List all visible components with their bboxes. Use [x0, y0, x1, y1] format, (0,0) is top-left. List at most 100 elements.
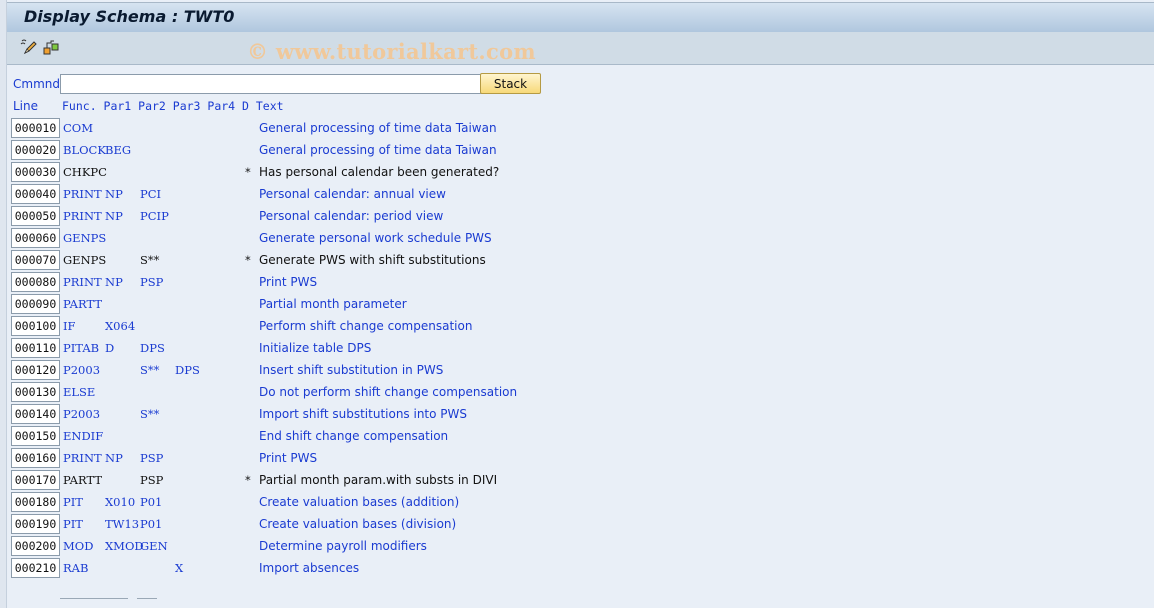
- par2-cell: PSP: [140, 275, 164, 289]
- line-number-field[interactable]: 000130: [11, 382, 60, 402]
- table-row: 000130 ELSE Do not perform shift change co…: [11, 382, 531, 402]
- table-row: 000070 GENPS S** * Generate PWS with shift s…: [11, 250, 531, 270]
- par2-cell: PCIP: [140, 209, 169, 223]
- function-cell: RAB: [63, 561, 89, 575]
- page-title: Display Schema : TWT0: [24, 7, 235, 26]
- table-row: 000190 PIT TW13 P01 Create valuation bases (…: [11, 514, 531, 534]
- command-label: Cmmnd: [13, 77, 60, 91]
- table-row: 000150 ENDIF End shift change compensation: [11, 426, 531, 446]
- edit-pencil-icon[interactable]: [19, 38, 39, 56]
- line-number-field[interactable]: 000200: [11, 536, 60, 556]
- application-toolbar: © www.tutorialkart.com: [7, 32, 1154, 65]
- stack-button[interactable]: Stack: [480, 73, 541, 94]
- table-row: 000140 P2003 S** Import shift substitutions…: [11, 404, 531, 424]
- column-header-line: Line: [13, 99, 39, 113]
- table-row: 000110 PITAB D DPS Initialize table DPS: [11, 338, 531, 358]
- par1-cell: BEG: [105, 143, 132, 157]
- description-text: Print PWS: [259, 275, 318, 289]
- table-row: 000050 PRINT NP PCIP Personal calendar: peri…: [11, 206, 531, 226]
- hierarchy-structure-icon[interactable]: [42, 38, 62, 56]
- par1-cell: X064: [105, 319, 136, 333]
- line-number-field[interactable]: 000190: [11, 514, 60, 534]
- line-number-field[interactable]: 000090: [11, 294, 60, 314]
- line-number-field[interactable]: 000010: [11, 118, 60, 138]
- description-text: Generate PWS with shift substitutions: [259, 253, 486, 267]
- description-text: Partial month parameter: [259, 297, 407, 311]
- line-number-field[interactable]: 000070: [11, 250, 60, 270]
- par2-cell: DPS: [140, 341, 165, 355]
- line-number-field[interactable]: 000030: [11, 162, 60, 182]
- par3-cell: DPS: [175, 363, 200, 377]
- command-input[interactable]: [60, 74, 482, 94]
- function-cell: P2003: [63, 363, 101, 377]
- title-bar: Display Schema : TWT0: [7, 2, 1154, 32]
- function-cell: PIT: [63, 517, 83, 531]
- par1-cell: X010: [105, 495, 136, 509]
- line-number-field[interactable]: 000120: [11, 360, 60, 380]
- line-number-field[interactable]: 000170: [11, 470, 60, 490]
- function-cell: IF: [63, 319, 76, 333]
- description-text: Has personal calendar been generated?: [259, 165, 500, 179]
- watermark-text: © www.tutorialkart.com: [247, 39, 536, 64]
- function-cell: PARTT: [63, 297, 102, 311]
- line-number-field[interactable]: 000100: [11, 316, 60, 336]
- par2-cell: PSP: [140, 473, 164, 487]
- description-text: Perform shift change compensation: [259, 319, 473, 333]
- description-text: Personal calendar: period view: [259, 209, 444, 223]
- line-number-field[interactable]: 000140: [11, 404, 60, 424]
- window-left-border: [0, 0, 7, 608]
- function-cell: COM: [63, 121, 94, 135]
- line-number-field[interactable]: 000110: [11, 338, 60, 358]
- function-cell: PRINT: [63, 187, 102, 201]
- description-text: Determine payroll modifiers: [259, 539, 427, 553]
- description-text: General processing of time data Taiwan: [259, 143, 497, 157]
- description-text: Personal calendar: annual view: [259, 187, 446, 201]
- description-text: Generate personal work schedule PWS: [259, 231, 492, 245]
- table-row: 000200 MOD XMOD GEN Determine payroll modifi…: [11, 536, 531, 556]
- table-row: 000170 PARTT PSP * Partial month param.with …: [11, 470, 531, 490]
- function-cell: BLOCK: [63, 143, 106, 157]
- function-cell: PRINT: [63, 451, 102, 465]
- line-number-field[interactable]: 000050: [11, 206, 60, 226]
- line-number-field[interactable]: 000060: [11, 228, 60, 248]
- description-text: Print PWS: [259, 451, 318, 465]
- comment-marker: *: [245, 253, 251, 267]
- par2-cell: S**: [140, 363, 160, 377]
- par1-cell: XMOD: [105, 539, 144, 553]
- table-row: 000160 PRINT NP PSP Print PWS: [11, 448, 531, 468]
- line-number-field[interactable]: 000180: [11, 492, 60, 512]
- description-text: End shift change compensation: [259, 429, 449, 443]
- line-number-field[interactable]: 000160: [11, 448, 60, 468]
- line-number-field[interactable]: 000020: [11, 140, 60, 160]
- table-row: 000060 GENPS Generate personal work schedu…: [11, 228, 531, 248]
- description-text: Initialize table DPS: [259, 341, 372, 355]
- line-number-field[interactable]: 000150: [11, 426, 60, 446]
- table-row: 000100 IF X064 Perform shift change compens…: [11, 316, 531, 336]
- description-text: Do not perform shift change compensation: [259, 385, 518, 399]
- par1-cell: NP: [105, 187, 123, 201]
- divider: [137, 598, 157, 599]
- function-cell: ENDIF: [63, 429, 104, 443]
- par2-cell: PCI: [140, 187, 162, 201]
- description-text: Import absences: [259, 561, 360, 575]
- par1-cell: NP: [105, 451, 123, 465]
- description-text: Partial month param.with substs in DIVI: [259, 473, 498, 487]
- function-cell: CHKPC: [63, 165, 107, 179]
- function-cell: PRINT: [63, 275, 102, 289]
- par2-cell: S**: [140, 407, 160, 421]
- par1-cell: NP: [105, 209, 123, 223]
- function-cell: GENPS: [63, 231, 107, 245]
- divider: [60, 598, 128, 599]
- line-number-field[interactable]: 000080: [11, 272, 60, 292]
- column-header-fields: Func. Par1 Par2 Par3 Par4 D Text: [62, 99, 284, 113]
- line-number-field[interactable]: 000210: [11, 558, 60, 578]
- table-row: 000030 CHKPC * Has personal calendar been g…: [11, 162, 531, 182]
- function-cell: GENPS: [63, 253, 107, 267]
- function-cell: PRINT: [63, 209, 102, 223]
- description-text: Create valuation bases (addition): [259, 495, 460, 509]
- line-number-field[interactable]: 000040: [11, 184, 60, 204]
- table-row: 000090 PARTT Partial month parameter: [11, 294, 531, 314]
- table-row: 000210 RAB X Import absences: [11, 558, 531, 578]
- par1-cell: NP: [105, 275, 123, 289]
- function-cell: PIT: [63, 495, 83, 509]
